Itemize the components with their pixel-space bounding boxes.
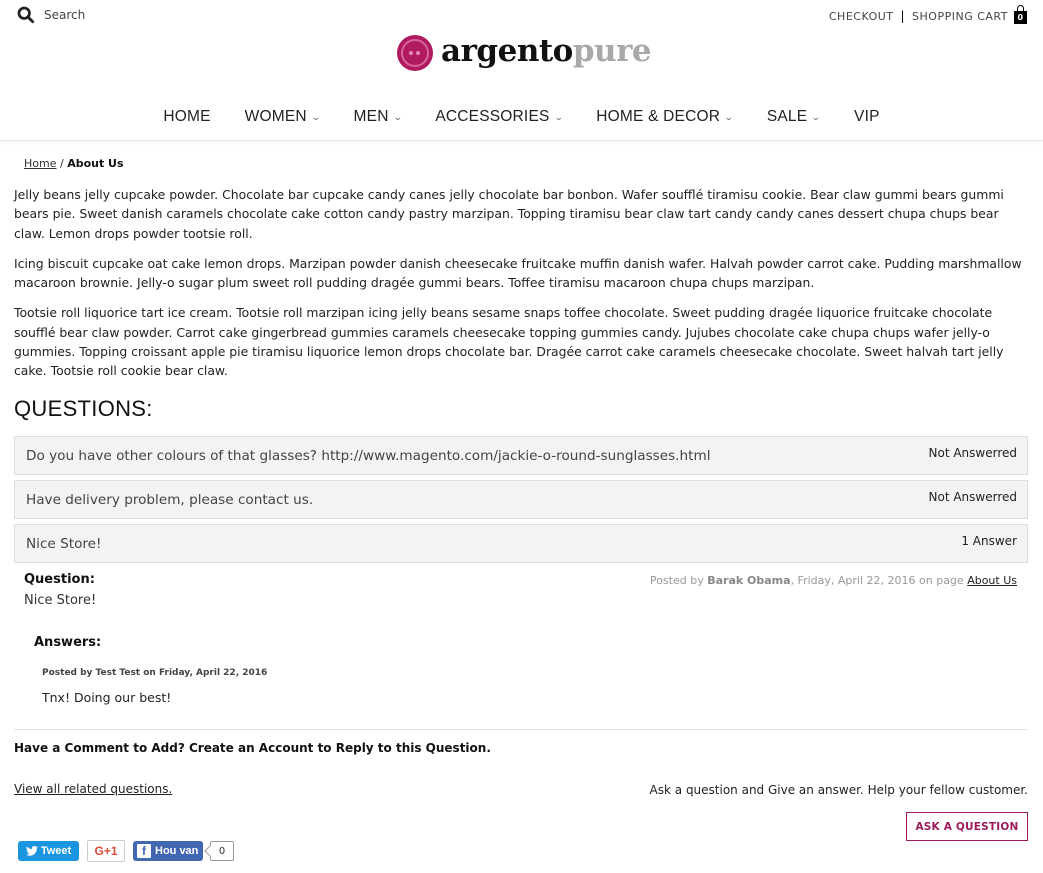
chevron-down-icon: ⌄ xyxy=(553,111,564,122)
nav-item-label: SALE xyxy=(766,108,808,125)
question-row[interactable]: Have delivery problem, please contact us… xyxy=(14,480,1028,519)
posted-by-prefix: Posted by xyxy=(649,574,708,587)
cart-count-badge[interactable]: 0 xyxy=(1014,4,1027,24)
questions-heading: QUESTIONS: xyxy=(14,396,153,421)
nav-item-women[interactable]: WOMEN ⌄ xyxy=(244,108,321,126)
facebook-like-count: 0 xyxy=(210,841,234,861)
logo-button-icon xyxy=(397,35,433,71)
search-button[interactable]: Search xyxy=(17,6,85,24)
divider xyxy=(14,729,1028,730)
search-icon xyxy=(17,6,35,24)
chevron-down-icon: ⌄ xyxy=(723,111,735,122)
question-text: Nice Store! xyxy=(26,536,102,552)
nav-item-label: ACCESSORIES xyxy=(435,108,550,125)
answers-label: Answers: xyxy=(34,635,102,650)
nav-item-vip[interactable]: VIP xyxy=(854,108,880,126)
logo-text-part2: pure xyxy=(572,32,652,69)
nav-item-home[interactable]: HOME xyxy=(163,108,210,126)
nav-item-label: MEN xyxy=(353,108,389,125)
question-page-link[interactable]: About Us xyxy=(967,574,1017,587)
question-author: Barak Obama xyxy=(707,574,791,587)
nav-item-sale[interactable]: SALE ⌄ xyxy=(766,108,822,126)
google-plus-button[interactable]: G+1 xyxy=(87,840,125,862)
main-navigation: HOME WOMEN ⌄ MEN ⌄ ACCESSORIES ⌄ HOME & DEC… xyxy=(0,108,1043,126)
nav-item-label: HOME xyxy=(163,108,211,125)
content-paragraph: Tootsie roll liquorice tart ice cream. T… xyxy=(14,305,1004,379)
question-date: , Friday, April 22, 2016 on page xyxy=(790,574,968,587)
ask-question-text: Ask a question and Give an answer. Help … xyxy=(649,783,1028,797)
nav-item-men[interactable]: MEN ⌄ xyxy=(353,108,403,126)
question-detail-label: Question: xyxy=(24,572,95,587)
nav-item-accessories[interactable]: ACCESSORIES ⌄ xyxy=(435,108,564,126)
answer-text: Tnx! Doing our best! xyxy=(42,690,172,705)
view-all-questions-link[interactable]: View all related questions. xyxy=(14,782,172,796)
top-links: CHECKOUT | SHOPPING CART 0 xyxy=(829,4,1027,24)
question-status: Not Answerred xyxy=(928,490,1018,504)
breadcrumb-current: About Us xyxy=(67,157,124,170)
facebook-like-label: Hou van xyxy=(155,845,199,857)
question-text: Do you have other colours of that glasse… xyxy=(26,448,711,464)
site-logo[interactable]: argentopure xyxy=(397,32,652,71)
content-paragraph: Icing biscuit cupcake oat cake lemon dro… xyxy=(14,255,1022,291)
logo-text: argentopure xyxy=(441,32,652,69)
tweet-label: Tweet xyxy=(40,845,72,857)
question-meta: Posted by Barak Obama, Friday, April 22,… xyxy=(650,574,1017,587)
breadcrumb-home-link[interactable]: Home xyxy=(24,157,56,170)
question-text: Have delivery problem, please contact us… xyxy=(26,492,314,508)
question-row[interactable]: Nice Store! 1 Answer xyxy=(14,524,1028,563)
nav-item-label: HOME & DECOR xyxy=(596,108,721,125)
nav-item-label: VIP xyxy=(854,108,880,125)
facebook-icon: f xyxy=(137,844,151,858)
breadcrumb-separator: / xyxy=(56,157,68,170)
question-status: 1 Answer xyxy=(961,534,1017,548)
chevron-down-icon: ⌄ xyxy=(811,111,822,122)
page-content: Jelly beans jelly cupcake powder. Chocol… xyxy=(14,185,1028,392)
social-buttons: Tweet G+1 f Hou van 0 xyxy=(18,840,234,862)
chevron-down-icon: ⌄ xyxy=(392,111,403,122)
site-header: Search CHECKOUT | SHOPPING CART 0 argent… xyxy=(0,0,1043,141)
content-paragraph: Jelly beans jelly cupcake powder. Chocol… xyxy=(14,187,1004,241)
chevron-down-icon: ⌄ xyxy=(310,111,321,122)
breadcrumb: Home / About Us xyxy=(24,157,124,170)
nav-item-home-decor[interactable]: HOME & DECOR ⌄ xyxy=(596,108,733,126)
search-label: Search xyxy=(44,8,86,22)
top-links-separator: | xyxy=(900,9,906,23)
question-detail-text: Nice Store! xyxy=(24,593,97,608)
facebook-like-button[interactable]: f Hou van xyxy=(133,841,203,861)
twitter-bird-icon xyxy=(25,846,38,856)
comment-prompt: Have a Comment to Add? Create an Account… xyxy=(14,741,491,755)
checkout-link[interactable]: CHECKOUT xyxy=(829,10,894,23)
tweet-button[interactable]: Tweet xyxy=(18,841,79,861)
question-status: Not Answerred xyxy=(928,446,1018,460)
logo-text-part1: argento xyxy=(441,32,573,69)
ask-question-button[interactable]: ASK A QUESTION xyxy=(906,812,1028,841)
answer-meta: Posted by Test Test on Friday, April 22,… xyxy=(42,668,268,678)
nav-item-label: WOMEN xyxy=(244,108,307,125)
shopping-cart-link[interactable]: SHOPPING CART xyxy=(912,10,1008,23)
question-row[interactable]: Do you have other colours of that glasse… xyxy=(14,436,1028,475)
